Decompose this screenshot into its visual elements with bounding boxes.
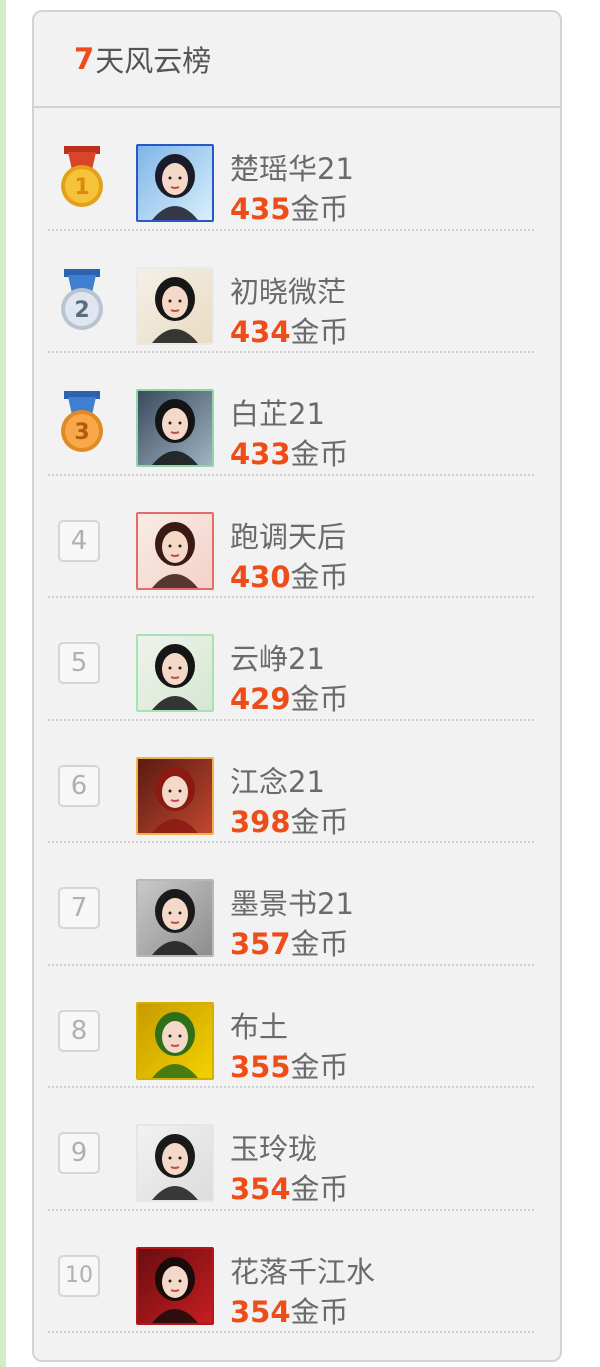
user-name[interactable]: 玉玲珑	[230, 1126, 317, 1168]
ranking-list: 1 楚瑶华21 435金币 2 初晓微茫 434金币 3 白芷21 433金币 4 跑调天后 430金…	[34, 108, 560, 1333]
score-value: 398	[230, 804, 291, 839]
silver-medal-icon: 2	[52, 268, 112, 333]
currency-label: 金币	[290, 1049, 349, 1084]
user-name[interactable]: 跑调天后	[230, 514, 346, 556]
user-name[interactable]: 楚瑶华21	[230, 146, 354, 188]
score-value: 354	[230, 1172, 291, 1206]
user-name[interactable]: 花落千江水	[230, 1249, 375, 1291]
currency-label: 金币	[290, 1172, 349, 1206]
score-value: 435	[230, 192, 291, 226]
rank-number-box: 8	[58, 1009, 100, 1052]
coin-score: 354金币	[230, 1166, 349, 1208]
title-number: 7	[74, 42, 95, 76]
ranking-row[interactable]: 8 布土 355金币	[34, 966, 560, 1089]
panel-header: 7 天风云榜	[34, 12, 560, 108]
score-value: 355	[230, 1049, 291, 1084]
bronze-medal-icon: 3	[52, 391, 112, 455]
coin-score: 434金币	[230, 309, 349, 351]
coin-score: 430金币	[230, 554, 349, 596]
user-name[interactable]: 墨景书21	[230, 881, 354, 923]
left-accent-strip	[0, 0, 6, 1367]
user-name[interactable]: 江念21	[230, 759, 325, 801]
avatar[interactable]	[136, 1001, 214, 1080]
ranking-row[interactable]: 3 白芷21 433金币	[34, 353, 560, 476]
ranking-row[interactable]: 10 花落千江水 354金币	[34, 1211, 560, 1334]
medal-rank-number: 2	[74, 298, 89, 323]
avatar[interactable]	[136, 511, 214, 590]
rank-number-box: 4	[58, 519, 100, 562]
score-value: 357	[230, 927, 291, 961]
rank-number-box: 7	[58, 887, 100, 929]
ranking-row[interactable]: 2 初晓微茫 434金币	[34, 231, 560, 354]
coin-score: 357金币	[230, 921, 349, 963]
ranking-row[interactable]: 4 跑调天后 430金币	[34, 476, 560, 599]
currency-label: 金币	[290, 314, 349, 349]
rank-number-box: 9	[58, 1132, 100, 1174]
gold-medal-icon: 1	[52, 146, 112, 210]
currency-label: 金币	[290, 682, 349, 716]
avatar[interactable]	[136, 879, 214, 957]
score-value: 430	[230, 559, 291, 594]
currency-label: 金币	[290, 804, 349, 839]
rank-number-box: 5	[58, 642, 100, 684]
medal-rank-number: 1	[74, 175, 89, 200]
coin-score: 354金币	[230, 1289, 349, 1331]
panel-title: 天风云榜	[95, 44, 212, 78]
ranking-row[interactable]: 1 楚瑶华21 435金币	[34, 108, 560, 231]
avatar[interactable]	[136, 389, 214, 467]
avatar[interactable]	[136, 1246, 214, 1325]
avatar[interactable]	[136, 756, 214, 835]
currency-label: 金币	[290, 559, 349, 594]
user-name[interactable]: 布土	[230, 1004, 288, 1046]
currency-label: 金币	[290, 192, 349, 226]
user-name[interactable]: 白芷21	[230, 391, 325, 433]
coin-score: 355金币	[230, 1044, 349, 1086]
currency-label: 金币	[290, 927, 349, 961]
ranking-row[interactable]: 9 玉玲珑 354金币	[34, 1088, 560, 1211]
coin-score: 429金币	[230, 676, 349, 718]
currency-label: 金币	[290, 1294, 349, 1329]
score-value: 434	[230, 314, 291, 349]
currency-label: 金币	[290, 437, 349, 471]
rank-number-box: 6	[58, 764, 100, 807]
ranking-row[interactable]: 5 云峥21 429金币	[34, 598, 560, 721]
coin-score: 433金币	[230, 431, 349, 473]
medal-rank-number: 3	[74, 420, 89, 445]
score-value: 354	[230, 1294, 291, 1329]
user-name[interactable]: 云峥21	[230, 636, 325, 678]
score-value: 429	[230, 682, 291, 716]
avatar[interactable]	[136, 634, 214, 712]
ranking-row[interactable]: 7 墨景书21 357金币	[34, 843, 560, 966]
coin-score: 398金币	[230, 799, 349, 841]
avatar[interactable]	[136, 266, 214, 345]
ranking-panel: 7 天风云榜 1 楚瑶华21 435金币 2 初晓微茫 434金币 3 白芷21 433金币 4 跑…	[32, 10, 562, 1362]
rank-number-box: 10	[58, 1254, 100, 1297]
avatar[interactable]	[136, 1124, 214, 1202]
coin-score: 435金币	[230, 186, 349, 228]
ranking-row[interactable]: 6 江念21 398金币	[34, 721, 560, 844]
user-name[interactable]: 初晓微茫	[230, 269, 346, 311]
score-value: 433	[230, 437, 291, 471]
avatar[interactable]	[136, 144, 214, 222]
